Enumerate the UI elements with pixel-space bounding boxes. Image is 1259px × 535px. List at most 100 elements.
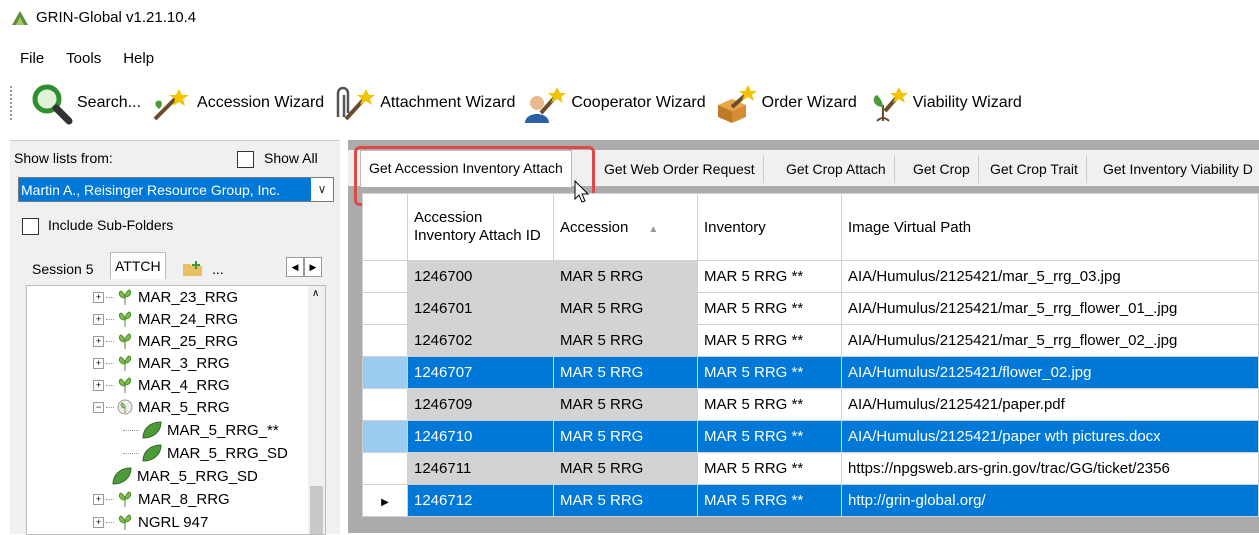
tab-get-crop[interactable]: Get Crop bbox=[905, 155, 979, 183]
cell-path[interactable]: https://npgsweb.ars-grin.gov/trac/GG/tic… bbox=[841, 452, 1259, 485]
tree-node[interactable]: + NGRL 947 bbox=[93, 511, 208, 533]
table-row[interactable]: 1246711 MAR 5 RRG MAR 5 RRG ** https://n… bbox=[362, 452, 1259, 485]
row-header[interactable] bbox=[362, 292, 408, 325]
cell-id[interactable]: 1246700 bbox=[407, 260, 554, 293]
expand-icon[interactable]: + bbox=[93, 379, 104, 391]
tab-get-inventory-viability[interactable]: Get Inventory Viability D bbox=[1095, 155, 1259, 183]
cell-accession[interactable]: MAR 5 RRG bbox=[553, 260, 698, 293]
tab-get-crop-attach[interactable]: Get Crop Attach bbox=[778, 155, 895, 183]
cell-id[interactable]: 1246702 bbox=[407, 324, 554, 357]
tab-scroll-right-button[interactable]: ▶ bbox=[304, 257, 322, 277]
scroll-up-icon[interactable]: ∧ bbox=[312, 288, 319, 299]
row-header[interactable] bbox=[362, 260, 408, 293]
tree-leaf[interactable]: MAR_5_RRG_SD bbox=[123, 442, 288, 464]
cell-inventory[interactable]: MAR 5 RRG ** bbox=[697, 260, 842, 293]
chevron-down-icon[interactable]: ∨ bbox=[311, 178, 333, 201]
menu-tools[interactable]: Tools bbox=[66, 50, 101, 67]
cell-accession[interactable]: MAR 5 RRG bbox=[553, 484, 698, 517]
table-row[interactable]: 1246700 MAR 5 RRG MAR 5 RRG ** AIA/Humul… bbox=[362, 260, 1259, 293]
tab-more[interactable]: ... bbox=[208, 256, 228, 282]
tree-scrollbar[interactable]: ∧ bbox=[308, 286, 325, 534]
cell-path[interactable]: AIA/Humulus/2125421/paper wth pictures.d… bbox=[841, 420, 1259, 453]
cell-accession[interactable]: MAR 5 RRG bbox=[553, 452, 698, 485]
column-header-inventory[interactable]: Inventory bbox=[697, 193, 842, 261]
cell-id[interactable]: 1246701 bbox=[407, 292, 554, 325]
table-row[interactable]: 1246709 MAR 5 RRG MAR 5 RRG ** AIA/Humul… bbox=[362, 388, 1259, 421]
row-header-corner[interactable] bbox=[362, 193, 408, 261]
accession-wizard-button[interactable]: Accession Wizard bbox=[149, 83, 324, 123]
cooperator-wizard-button[interactable]: Cooperator Wizard bbox=[523, 83, 706, 123]
column-header-id[interactable]: Accession Inventory Attach ID bbox=[407, 193, 554, 261]
scrollbar-thumb[interactable] bbox=[310, 486, 323, 534]
cell-inventory[interactable]: MAR 5 RRG ** bbox=[697, 324, 842, 357]
tree-node[interactable]: + MAR_24_RRG bbox=[93, 308, 238, 330]
tree-leaf[interactable]: MAR_5_RRG_** bbox=[123, 419, 279, 441]
tab-get-crop-trait[interactable]: Get Crop Trait bbox=[982, 155, 1087, 183]
cell-inventory[interactable]: MAR 5 RRG ** bbox=[697, 484, 842, 517]
cell-accession[interactable]: MAR 5 RRG bbox=[553, 356, 698, 389]
column-header-image-virtual-path[interactable]: Image Virtual Path bbox=[841, 193, 1259, 261]
table-row[interactable]: 1246702 MAR 5 RRG MAR 5 RRG ** AIA/Humul… bbox=[362, 324, 1259, 357]
cell-inventory[interactable]: MAR 5 RRG ** bbox=[697, 452, 842, 485]
tab-attch[interactable]: ATTCH bbox=[110, 252, 166, 279]
cell-inventory[interactable]: MAR 5 RRG ** bbox=[697, 420, 842, 453]
cell-inventory[interactable]: MAR 5 RRG ** bbox=[697, 292, 842, 325]
cell-id[interactable]: 1246709 bbox=[407, 388, 554, 421]
include-subfolders-checkbox[interactable] bbox=[22, 218, 39, 235]
tab-scroll-left-button[interactable]: ◀ bbox=[286, 257, 304, 277]
order-wizard-button[interactable]: Order Wizard bbox=[714, 83, 857, 123]
expand-icon[interactable]: + bbox=[93, 357, 104, 369]
expand-icon[interactable]: + bbox=[93, 313, 104, 325]
cell-inventory[interactable]: MAR 5 RRG ** bbox=[697, 388, 842, 421]
cell-path[interactable]: AIA/Humulus/2125421/flower_02.jpg bbox=[841, 356, 1259, 389]
cell-path[interactable]: http://grin-global.org/ bbox=[841, 484, 1259, 517]
cell-path[interactable]: AIA/Humulus/2125421/mar_5_rrg_flower_02_… bbox=[841, 324, 1259, 357]
expand-icon[interactable]: + bbox=[93, 291, 104, 303]
toolbar: Search... Accession Wizard Attachment Wi… bbox=[0, 78, 1259, 128]
tree-node[interactable]: + MAR_23_RRG bbox=[93, 286, 238, 308]
cell-path[interactable]: AIA/Humulus/2125421/paper.pdf bbox=[841, 388, 1259, 421]
row-header-current[interactable]: ▶ bbox=[362, 484, 408, 517]
expand-icon[interactable]: + bbox=[93, 516, 104, 528]
cell-id[interactable]: 1246707 bbox=[407, 356, 554, 389]
tab-get-web-order-request[interactable]: Get Web Order Request bbox=[596, 155, 764, 183]
tree-node[interactable]: + MAR_25_RRG bbox=[93, 330, 238, 352]
row-header[interactable] bbox=[362, 388, 408, 421]
list-owner-select[interactable]: Martin A., Reisinger Resource Group, Inc… bbox=[18, 177, 334, 202]
cell-accession[interactable]: MAR 5 RRG bbox=[553, 420, 698, 453]
collapse-icon[interactable]: − bbox=[93, 401, 104, 413]
cell-id[interactable]: 1246710 bbox=[407, 420, 554, 453]
show-all-checkbox[interactable] bbox=[237, 151, 254, 168]
cell-id[interactable]: 1246711 bbox=[407, 452, 554, 485]
cell-accession[interactable]: MAR 5 RRG bbox=[553, 388, 698, 421]
menu-help[interactable]: Help bbox=[123, 50, 154, 67]
table-row-current[interactable]: ▶ 1246712 MAR 5 RRG MAR 5 RRG ** http://… bbox=[362, 484, 1259, 517]
toolbar-grip[interactable] bbox=[10, 86, 15, 120]
viability-wizard-button[interactable]: Viability Wizard bbox=[865, 83, 1022, 123]
row-header[interactable] bbox=[362, 452, 408, 485]
tree-node[interactable]: + MAR_4_RRG bbox=[93, 374, 230, 396]
tree-node-open[interactable]: − MAR_5_RRG bbox=[93, 396, 230, 418]
cell-accession[interactable]: MAR 5 RRG bbox=[553, 324, 698, 357]
table-row-selected[interactable]: 1246707 MAR 5 RRG MAR 5 RRG ** AIA/Humul… bbox=[362, 356, 1259, 389]
expand-icon[interactable]: + bbox=[93, 335, 104, 347]
cell-id[interactable]: 1246712 bbox=[407, 484, 554, 517]
cell-path[interactable]: AIA/Humulus/2125421/mar_5_rrg_flower_01_… bbox=[841, 292, 1259, 325]
row-header[interactable] bbox=[362, 324, 408, 357]
menu-file[interactable]: File bbox=[20, 50, 44, 67]
tree-leaf[interactable]: MAR_5_RRG_SD bbox=[111, 465, 258, 487]
row-header[interactable] bbox=[362, 356, 408, 389]
tree-node[interactable]: + MAR_3_RRG bbox=[93, 352, 230, 374]
cell-path[interactable]: AIA/Humulus/2125421/mar_5_rrg_03.jpg bbox=[841, 260, 1259, 293]
cell-inventory[interactable]: MAR 5 RRG ** bbox=[697, 356, 842, 389]
table-row-selected[interactable]: 1246710 MAR 5 RRG MAR 5 RRG ** AIA/Humul… bbox=[362, 420, 1259, 453]
row-header[interactable] bbox=[362, 420, 408, 453]
attachment-wizard-button[interactable]: Attachment Wizard bbox=[332, 83, 515, 123]
expand-icon[interactable]: + bbox=[93, 493, 104, 505]
tab-session-5[interactable]: Session 5 bbox=[28, 256, 97, 282]
cell-accession[interactable]: MAR 5 RRG bbox=[553, 292, 698, 325]
table-row[interactable]: 1246701 MAR 5 RRG MAR 5 RRG ** AIA/Humul… bbox=[362, 292, 1259, 325]
tree-node[interactable]: + MAR_8_RRG bbox=[93, 488, 230, 510]
folder-add-icon[interactable] bbox=[182, 260, 204, 278]
search-button[interactable]: Search... bbox=[29, 81, 141, 125]
